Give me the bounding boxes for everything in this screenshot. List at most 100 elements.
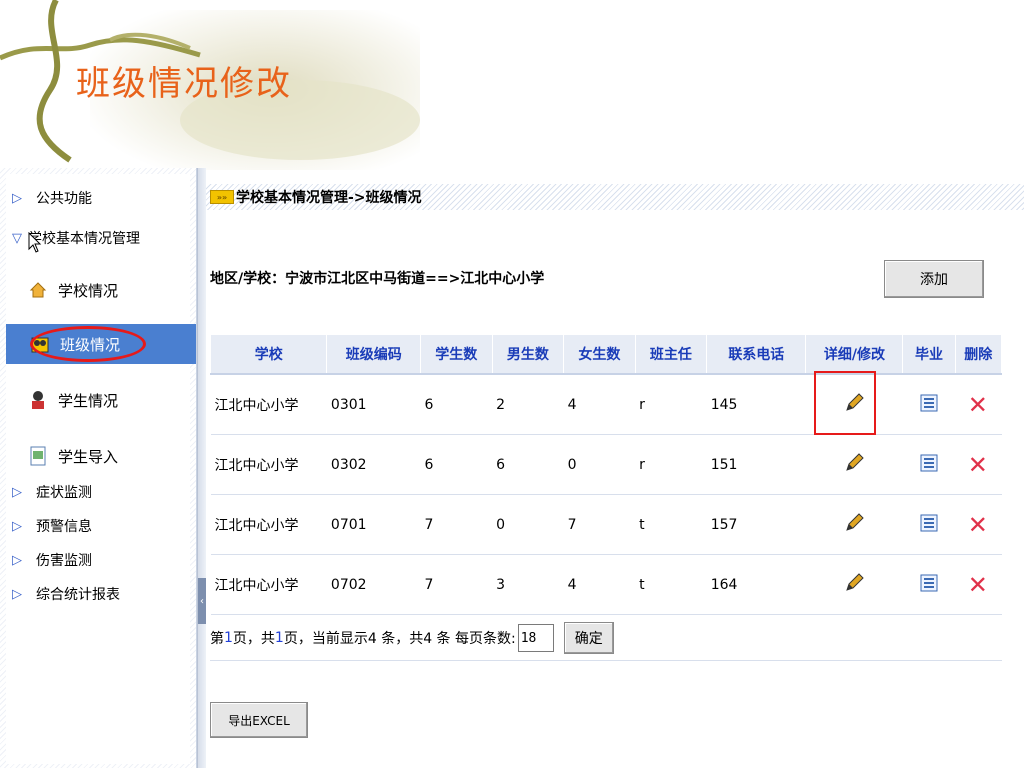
sidebar-subitem-class[interactable]: 班级情况 — [6, 324, 196, 364]
cell-students: 6 — [420, 434, 493, 495]
breadcrumb: »» 学校基本情况管理->班级情况 — [206, 184, 1024, 210]
total-pages: 1 — [274, 630, 284, 646]
pagination-bar: 第 1 页，共 1 页，当前显示4 条，共4 条 每页条数: 确定 — [210, 616, 1002, 661]
delete-x-icon[interactable]: ✕ — [968, 511, 988, 539]
cell-phone: 145 — [706, 374, 806, 435]
delete-x-icon[interactable]: ✕ — [968, 571, 988, 599]
house-icon — [26, 278, 50, 302]
triangle-right-icon: ▷ — [12, 190, 22, 206]
document-image-icon — [26, 444, 50, 468]
cell-school: 江北中心小学 — [210, 434, 327, 495]
sidebar-subitem-import[interactable]: 学生导入 — [26, 436, 194, 476]
cell-delete: ✕ — [955, 554, 1002, 615]
cell-teacher: t — [635, 554, 707, 615]
col-header-school: 学校 — [209, 334, 328, 375]
cell-phone: 157 — [706, 494, 806, 555]
sidebar: ▷ 公共功能 ▽ 学校基本情况管理 学校情况 班级情况 学生情况 学生导入 ▷ … — [0, 168, 197, 768]
cell-graduate — [902, 554, 956, 615]
cell-school: 江北中心小学 — [210, 374, 327, 435]
cell-teacher: r — [635, 434, 707, 495]
list-icon[interactable] — [920, 574, 938, 592]
triangle-right-icon: ▷ — [12, 586, 22, 602]
cell-phone: 164 — [706, 554, 806, 615]
table-row: 江北中心小学 0302 6 6 0 r 151 ✕ — [210, 434, 1002, 495]
cell-school: 江北中心小学 — [210, 494, 327, 555]
add-button[interactable]: 添加 — [884, 260, 984, 298]
cell-students: 7 — [420, 494, 493, 555]
triangle-right-icon: ▷ — [12, 518, 22, 534]
slide-title: 班级情况修改 — [76, 64, 292, 104]
sidebar-item-reports[interactable]: ▷ 综合统计报表 — [6, 584, 190, 604]
table-header-row: 学校 班级编码 学生数 男生数 女生数 班主任 联系电话 详细/修改 毕业 删除 — [209, 334, 1003, 375]
col-header-class-code: 班级编码 — [326, 334, 422, 375]
pager-text: 页，当前显示4 条，共4 条 每页条数: — [283, 631, 516, 647]
cell-school: 江北中心小学 — [210, 554, 327, 615]
export-excel-button[interactable]: 导出EXCEL — [210, 702, 308, 738]
cell-edit — [805, 554, 903, 615]
col-header-teacher: 班主任 — [634, 334, 708, 375]
confirm-button[interactable]: 确定 — [563, 622, 614, 654]
cell-girls: 4 — [563, 374, 636, 435]
collapse-chevron-icon[interactable]: ‹ — [198, 578, 206, 624]
list-icon[interactable] — [920, 454, 938, 472]
cell-edit — [805, 371, 903, 435]
mouse-cursor-icon — [28, 232, 42, 253]
col-header-girls: 女生数 — [563, 334, 636, 375]
page-size-input[interactable] — [517, 624, 554, 652]
cell-delete: ✕ — [955, 434, 1002, 495]
pager-text: 页，共 — [232, 631, 275, 647]
sidebar-item-symptom[interactable]: ▷ 症状监测 — [6, 482, 190, 502]
cell-phone: 151 — [706, 434, 806, 495]
table-row: 江北中心小学 0301 6 2 4 r 145 ✕ — [210, 371, 1002, 435]
delete-x-icon[interactable]: ✕ — [968, 451, 988, 479]
cell-girls: 7 — [563, 494, 636, 555]
cell-boys: 6 — [492, 434, 564, 495]
pencil-icon[interactable] — [843, 572, 865, 594]
col-header-boys: 男生数 — [491, 334, 565, 375]
pencil-icon[interactable] — [843, 512, 865, 534]
list-icon[interactable] — [920, 514, 938, 532]
arrows-icon: »» — [210, 190, 234, 204]
student-icon — [26, 388, 50, 412]
triangle-right-icon: ▷ — [12, 484, 22, 500]
table-row: 江北中心小学 0702 7 3 4 t 164 ✕ — [210, 554, 1002, 615]
location-label: 地区/学校：宁波市江北区中马街道==>江北中心小学 — [210, 271, 545, 287]
cell-teacher: r — [635, 374, 707, 435]
cell-class-code: 0702 — [326, 554, 421, 615]
triangle-right-icon: ▷ — [12, 552, 22, 568]
cell-edit — [805, 494, 903, 555]
sidebar-splitter[interactable]: ‹ — [197, 168, 206, 768]
cell-edit — [805, 434, 903, 495]
sidebar-item-injury[interactable]: ▷ 伤害监测 — [6, 550, 190, 570]
list-icon[interactable] — [920, 394, 938, 412]
col-header-phone: 联系电话 — [706, 334, 807, 375]
cell-teacher: t — [635, 494, 707, 555]
triangle-down-icon: ▽ — [12, 230, 22, 246]
cell-girls: 4 — [563, 554, 636, 615]
cell-boys: 3 — [492, 554, 564, 615]
col-header-delete: 删除 — [954, 334, 1003, 375]
col-header-edit: 详细/修改 — [805, 334, 904, 375]
main-content: »» 学校基本情况管理->班级情况 地区/学校：宁波市江北区中马街道==>江北中… — [206, 168, 1024, 768]
cell-graduate — [902, 374, 956, 435]
cell-boys: 0 — [492, 494, 564, 555]
cell-graduate — [902, 494, 956, 555]
delete-x-icon[interactable]: ✕ — [968, 391, 988, 419]
cell-delete: ✕ — [955, 374, 1002, 435]
cell-graduate — [902, 434, 956, 495]
pencil-icon[interactable] — [843, 452, 865, 474]
highlight-ellipse — [30, 326, 146, 362]
current-page: 1 — [224, 630, 233, 646]
class-table: 学校 班级编码 学生数 男生数 女生数 班主任 联系电话 详细/修改 毕业 删除… — [209, 334, 1003, 615]
highlight-box — [813, 371, 876, 435]
cell-class-code: 0301 — [326, 374, 421, 435]
cell-class-code: 0701 — [326, 494, 421, 555]
cell-boys: 2 — [492, 374, 564, 435]
table-row: 江北中心小学 0701 7 0 7 t 157 ✕ — [210, 494, 1002, 555]
sidebar-item-alert[interactable]: ▷ 预警信息 — [6, 516, 190, 536]
sidebar-item-public[interactable]: ▷ 公共功能 — [6, 188, 190, 208]
col-header-students: 学生数 — [420, 334, 493, 375]
cell-class-code: 0302 — [326, 434, 421, 495]
sidebar-subitem-school[interactable]: 学校情况 — [26, 270, 194, 310]
sidebar-subitem-student[interactable]: 学生情况 — [26, 380, 194, 420]
